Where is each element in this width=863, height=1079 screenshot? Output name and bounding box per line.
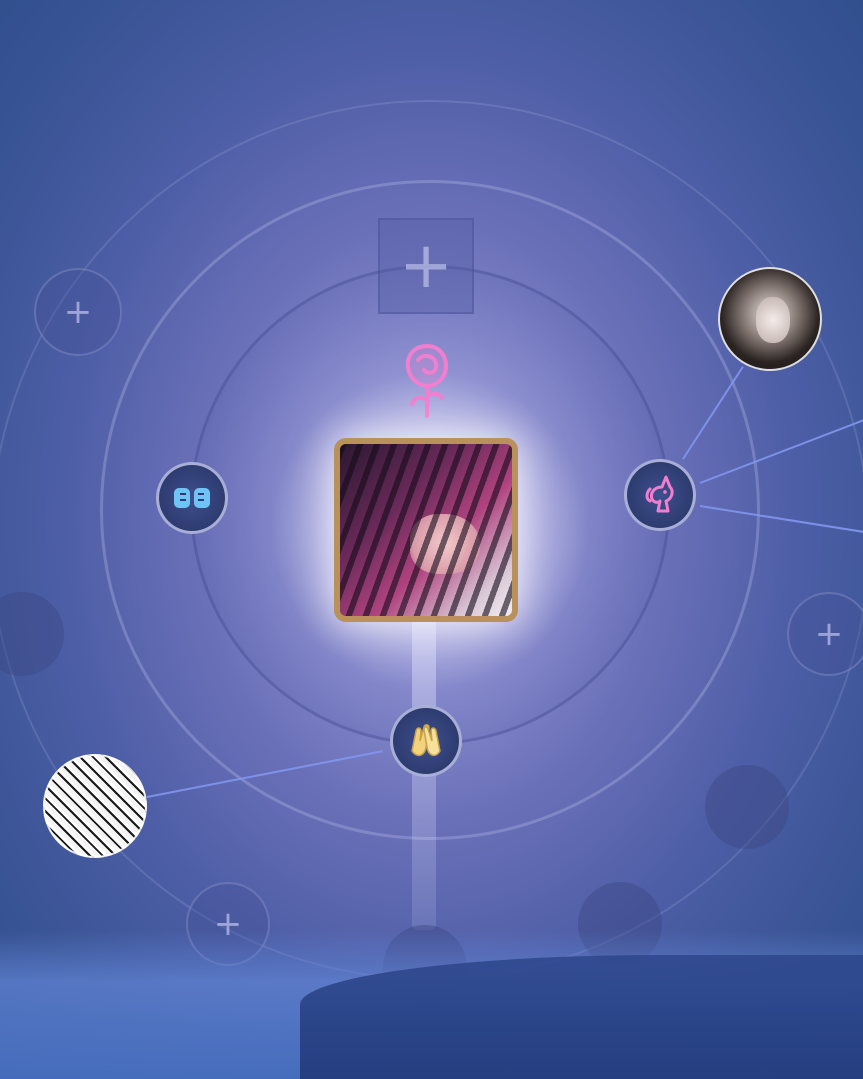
friend-face — [756, 297, 790, 343]
add-friend-slot[interactable]: + — [34, 268, 122, 356]
main-player-avatar[interactable] — [334, 438, 518, 622]
add-friend-slot[interactable]: + — [787, 592, 863, 676]
empty-friend-slot[interactable] — [705, 765, 789, 849]
unicorn-emblem[interactable] — [624, 459, 696, 531]
rose-icon — [405, 343, 449, 418]
plus-icon: + — [63, 292, 93, 332]
fist-bump-icon — [174, 488, 210, 508]
avatar-hair — [340, 444, 512, 616]
add-friend-slot-top[interactable]: + — [378, 218, 474, 314]
foreground-shore — [300, 955, 863, 1079]
friend-avatar-bottom-left[interactable] — [43, 754, 147, 858]
fist-bump-emblem[interactable] — [156, 462, 228, 534]
friend-avatar-top-right[interactable] — [718, 267, 822, 371]
constellation-scene: + + + + — [0, 0, 863, 1079]
clapping-hands-emblem[interactable] — [390, 705, 462, 777]
unicorn-icon — [645, 475, 674, 513]
clapping-hands-icon — [411, 724, 441, 757]
plus-icon: + — [814, 614, 844, 654]
plus-icon: + — [399, 229, 453, 303]
